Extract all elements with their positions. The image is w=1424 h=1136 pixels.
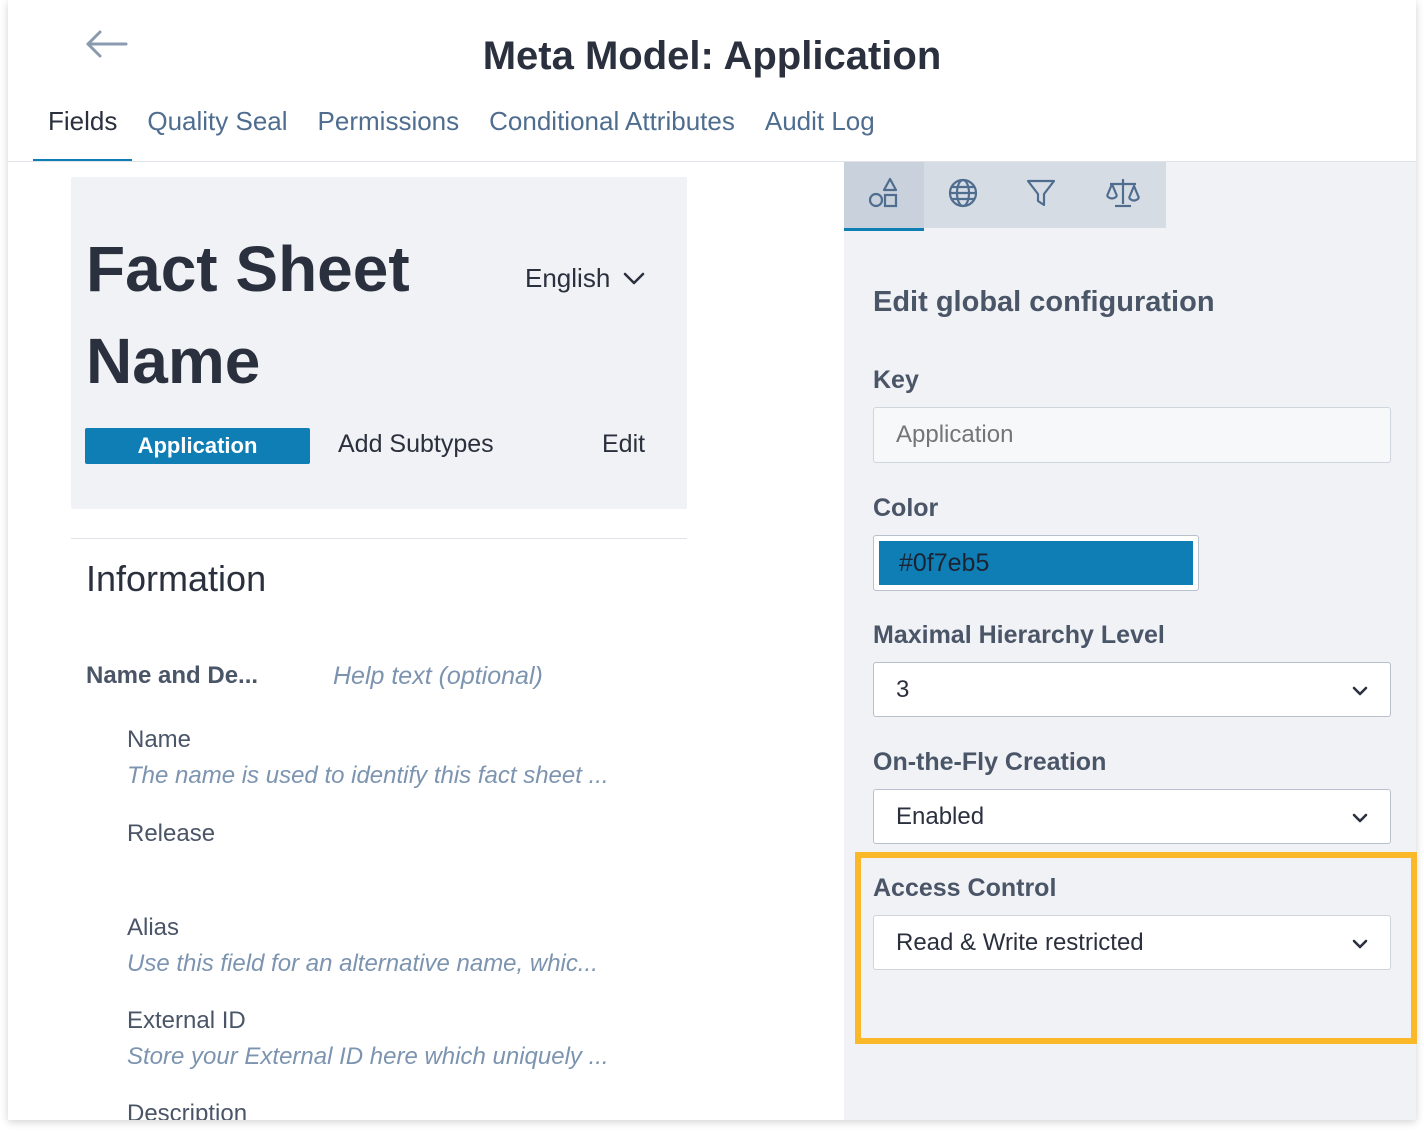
add-subtypes-link[interactable]: Add Subtypes	[338, 430, 494, 459]
access-control-select[interactable]: Read & Write restricted	[873, 915, 1391, 970]
scale-icon	[1104, 176, 1142, 215]
field-name-alias[interactable]: Alias	[127, 914, 179, 942]
chevron-down-icon	[622, 263, 646, 294]
page-title: Meta Model: Application	[482, 34, 942, 78]
language-label: English	[525, 263, 611, 293]
hierarchy-select[interactable]: 3	[873, 662, 1391, 717]
otf-value: Enabled	[896, 802, 985, 830]
field-desc-name: The name is used to identify this fact s…	[127, 762, 609, 789]
information-divider	[71, 538, 687, 539]
panel-heading: Edit global configuration	[873, 286, 1215, 318]
fact-sheet-card: Fact Sheet Name English Application Add …	[71, 177, 687, 509]
filter-icon	[1025, 177, 1057, 214]
tab-scale[interactable]	[1080, 162, 1166, 228]
configuration-panel: Edit global configuration Key Color #0f7…	[844, 162, 1416, 1120]
globe-icon	[947, 177, 979, 214]
tab-shapes[interactable]	[844, 162, 924, 231]
access-control-label: Access Control	[873, 874, 1057, 902]
edit-link[interactable]: Edit	[602, 430, 645, 459]
tab-audit-log[interactable]: Audit Log	[750, 98, 890, 162]
app-window: Meta Model: Application Fields Quality S…	[8, 0, 1416, 1120]
chevron-down-icon	[1352, 929, 1368, 957]
access-control-value: Read & Write restricted	[896, 928, 1144, 956]
otf-label: On-the-Fly Creation	[873, 748, 1107, 776]
tab-globe[interactable]	[924, 162, 1002, 228]
tab-fields[interactable]: Fields	[33, 98, 133, 162]
tab-bar: Fields Quality Seal Permissions Conditio…	[33, 98, 890, 162]
hierarchy-value: 3	[896, 675, 910, 703]
field-desc-external-id: Store your External ID here which unique…	[127, 1043, 609, 1070]
field-desc-alias: Use this field for an alternative name, …	[127, 950, 598, 977]
hierarchy-label: Maximal Hierarchy Level	[873, 621, 1165, 649]
section-name[interactable]: Name and De...	[86, 662, 258, 690]
field-name-release[interactable]: Release	[127, 820, 215, 848]
tab-conditional-attributes[interactable]: Conditional Attributes	[474, 98, 750, 162]
color-value: #0f7eb5	[879, 541, 1193, 585]
information-heading: Information	[86, 558, 267, 599]
field-name-description[interactable]: Description	[127, 1100, 247, 1120]
panel-icon-tabs	[844, 162, 1166, 231]
color-picker[interactable]: #0f7eb5	[873, 535, 1199, 591]
language-select[interactable]: English	[525, 263, 646, 294]
section-help-text[interactable]: Help text (optional)	[333, 662, 543, 691]
chevron-down-icon	[1352, 676, 1368, 704]
key-input[interactable]	[873, 407, 1391, 463]
color-label: Color	[873, 494, 939, 522]
fact-sheet-type-badge: Application	[85, 428, 310, 464]
chevron-down-icon	[1352, 803, 1368, 831]
fact-sheet-title: Fact Sheet Name	[86, 233, 410, 397]
key-label: Key	[873, 366, 919, 394]
tab-quality-seal[interactable]: Quality Seal	[132, 98, 302, 162]
tab-filter[interactable]	[1002, 162, 1080, 228]
shapes-icon	[867, 176, 901, 215]
field-name-external-id[interactable]: External ID	[127, 1007, 246, 1035]
field-name-name[interactable]: Name	[127, 726, 191, 754]
tab-permissions[interactable]: Permissions	[303, 98, 475, 162]
otf-select[interactable]: Enabled	[873, 789, 1391, 844]
